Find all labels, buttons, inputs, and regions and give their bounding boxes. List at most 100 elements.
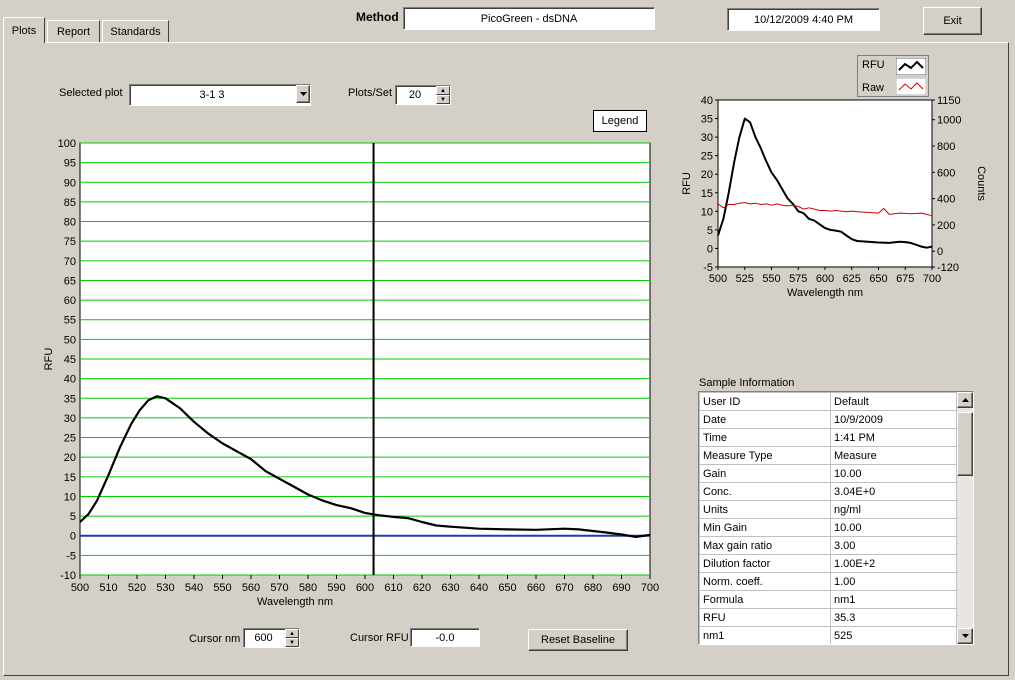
x-axis-label: Wavelength nm [257, 596, 333, 608]
table-row[interactable]: Formula nm1 [699, 590, 957, 609]
table-row[interactable]: User ID Default [699, 392, 957, 411]
sample-info-table[interactable]: User ID Default Date 10/9/2009 Time 1:41 PM Me… [698, 391, 974, 645]
scroll-down-icon[interactable] [957, 628, 973, 644]
chevron-down-icon[interactable] [296, 85, 310, 103]
table-row[interactable]: Time 1:41 PM [699, 428, 957, 447]
tab-standards[interactable]: Standards [102, 20, 169, 42]
y-tick-label: 70 [64, 256, 76, 268]
table-row[interactable]: nm1 525 [699, 626, 957, 644]
tab-report-label: Report [56, 25, 91, 38]
y-tick-label: 10 [64, 491, 76, 503]
table-row[interactable]: Dilution factor 1.00E+2 [699, 554, 957, 573]
y-tick-label: 85 [64, 197, 76, 209]
x-tick-label: 575 [789, 273, 807, 285]
cursor-rfu-display: -0.0 [410, 628, 480, 647]
overview-chart[interactable]: -50510152025303540-120020040060080010001… [680, 90, 1000, 305]
cursor-nm-stepper[interactable]: 600 ▲ ▼ [243, 628, 300, 648]
row-value: 10.00 [830, 464, 957, 483]
reset-baseline-label: Reset Baseline [541, 634, 615, 646]
y-tick-label: 45 [64, 354, 76, 366]
x-tick-label: 610 [384, 582, 402, 594]
scroll-thumb[interactable] [957, 412, 973, 476]
x-tick-label: 650 [498, 582, 516, 594]
legend-rfu-swatch-icon [896, 58, 926, 75]
method-value: PicoGreen - dsDNA [480, 12, 578, 25]
reset-baseline-button[interactable]: Reset Baseline [528, 629, 628, 651]
row-key: Norm. coeff. [699, 572, 831, 591]
tab-plots[interactable]: Plots [3, 17, 45, 43]
x-tick-label: 680 [584, 582, 602, 594]
y-tick-label: 40 [701, 95, 713, 107]
y2-tick-label: 200 [937, 220, 955, 232]
row-key: Measure Type [699, 446, 831, 465]
row-key: Conc. [699, 482, 831, 501]
x-tick-label: 630 [441, 582, 459, 594]
y-tick-label: 60 [64, 295, 76, 307]
y2-tick-label: 1000 [937, 115, 961, 127]
y-tick-label: 95 [64, 158, 76, 170]
table-row[interactable]: Norm. coeff. 1.00 [699, 572, 957, 591]
y-tick-label: 65 [64, 275, 76, 287]
table-row[interactable]: Gain 10.00 [699, 464, 957, 483]
row-value: 3.00 [830, 536, 957, 555]
row-value: 1:41 PM [830, 428, 957, 447]
cursor-nm-value: 600 [254, 632, 273, 644]
scroll-up-icon[interactable] [957, 392, 973, 408]
y-tick-label: 35 [64, 393, 76, 405]
x-tick-label: 670 [555, 582, 573, 594]
tab-plots-label: Plots [11, 24, 37, 37]
x-tick-label: 675 [896, 273, 914, 285]
row-key: Date [699, 410, 831, 429]
table-row[interactable]: Date 10/9/2009 [699, 410, 957, 429]
row-key: Dilution factor [699, 554, 831, 573]
stepper-down-icon[interactable]: ▼ [285, 638, 299, 647]
plots-per-set-stepper[interactable]: 20 ▲ ▼ [395, 85, 451, 105]
cursor-rfu-label: Cursor RFU [350, 632, 409, 644]
x-tick-label: 500 [709, 273, 727, 285]
table-row[interactable]: Min Gain 10.00 [699, 518, 957, 537]
x-tick-label: 500 [71, 582, 89, 594]
table-row[interactable]: Units ng/ml [699, 500, 957, 519]
stepper-down-icon[interactable]: ▼ [436, 95, 450, 104]
y-tick-label: 40 [64, 374, 76, 386]
row-value: 525 [830, 626, 957, 644]
x-tick-label: 550 [762, 273, 780, 285]
row-key: Max gain ratio [699, 536, 831, 555]
x-tick-label: 520 [128, 582, 146, 594]
x-tick-label: 700 [923, 273, 941, 285]
row-key: nm1 [699, 626, 831, 644]
row-value: 1.00 [830, 572, 957, 591]
y-tick-label: -10 [60, 570, 76, 582]
selected-plot-dropdown[interactable]: 3-1 3 [129, 84, 311, 106]
selected-plot-value: 3-1 3 [199, 89, 225, 101]
plots-per-set-value: 20 [408, 89, 422, 101]
main-spectrum-chart[interactable]: -10-505101520253035404550556065707580859… [30, 130, 670, 615]
y2-tick-label: 800 [937, 141, 955, 153]
x-tick-label: 530 [156, 582, 174, 594]
y-tick-label: 100 [58, 138, 76, 150]
x-tick-label: 540 [185, 582, 203, 594]
row-value: 3.04E+0 [830, 482, 957, 501]
table-row[interactable]: RFU 35.3 [699, 608, 957, 627]
stepper-up-icon[interactable]: ▲ [285, 629, 299, 638]
tab-report[interactable]: Report [47, 20, 100, 42]
legend-button[interactable]: Legend [593, 110, 647, 132]
row-value: Measure [830, 446, 957, 465]
selected-plot-label: Selected plot [59, 87, 123, 99]
stepper-up-icon[interactable]: ▲ [436, 86, 450, 95]
sample-info-title: Sample Information [699, 377, 795, 389]
table-row[interactable]: Max gain ratio 3.00 [699, 536, 957, 555]
method-field[interactable]: PicoGreen - dsDNA [403, 7, 655, 30]
x-tick-label: 625 [843, 273, 861, 285]
row-key: Time [699, 428, 831, 447]
y-tick-label: -5 [66, 550, 76, 562]
y-tick-label: 25 [64, 433, 76, 445]
y-tick-label: 50 [64, 334, 76, 346]
exit-button[interactable]: Exit [923, 7, 982, 35]
table-row[interactable]: Measure Type Measure [699, 446, 957, 465]
table-row[interactable]: Conc. 3.04E+0 [699, 482, 957, 501]
row-value: nm1 [830, 590, 957, 609]
y2-tick-label: 600 [937, 167, 955, 179]
method-label: Method [356, 10, 399, 24]
scrollbar[interactable] [957, 392, 973, 644]
